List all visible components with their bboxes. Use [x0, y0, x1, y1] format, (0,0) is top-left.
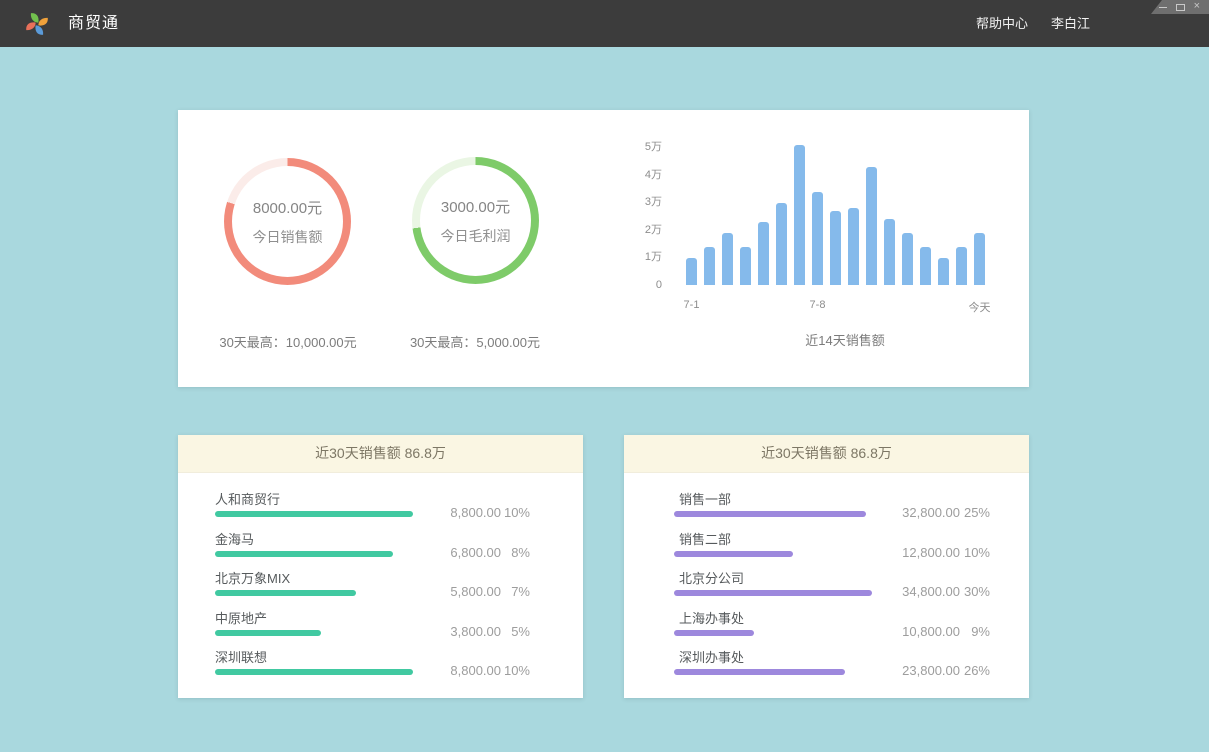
- sales-bar: [740, 247, 751, 286]
- sales-bar: [938, 258, 949, 286]
- maximize-icon[interactable]: [1176, 4, 1185, 11]
- bar-chart-bars: [686, 110, 985, 285]
- rank-percent: 5%: [490, 624, 530, 639]
- departments-sales-card: 近30天销售额 86.8万 销售一部32,800.0025%销售二部12,800…: [624, 435, 1029, 698]
- today-profit-value: 3000.00元: [441, 196, 510, 217]
- sales-bar: [758, 222, 769, 285]
- rank-row: 深圳办事处23,800.0026%: [674, 648, 1029, 688]
- x-axis-tick: 7-8: [810, 299, 826, 311]
- profit-30d-max: 30天最高：5,000.00元: [375, 332, 575, 351]
- bar-chart-yaxis: 5万 4万 3万 2万 1万 0: [592, 140, 662, 300]
- rank-bar: [674, 590, 872, 596]
- ring-center-text: 8000.00元 今日销售额: [224, 158, 351, 285]
- y-axis-tick: 2万: [645, 223, 662, 237]
- rank-row: 上海办事处10,800.009%: [674, 609, 1029, 649]
- close-icon[interactable]: ×: [1194, 1, 1200, 12]
- rank-bar: [215, 511, 413, 517]
- sales-bar: [902, 233, 913, 285]
- y-axis-tick: 1万: [645, 250, 662, 264]
- rank-percent: 25%: [950, 505, 990, 520]
- sales-bar: [974, 233, 985, 285]
- today-sales-value: 8000.00元: [253, 197, 322, 218]
- today-sales-ring: 8000.00元 今日销售额: [224, 158, 351, 285]
- customers-card-title: 近30天销售额 86.8万: [178, 435, 583, 473]
- rank-percent: 9%: [950, 624, 990, 639]
- titlebar: 商贸通 帮助中心 李白江 ×: [0, 0, 1209, 47]
- today-profit-ring: 3000.00元 今日毛利润: [412, 157, 539, 284]
- sales-bar: [776, 203, 787, 286]
- customers-sales-card: 近30天销售额 86.8万 人和商贸行8,800.0010%金海马6,800.0…: [178, 435, 583, 698]
- rank-percent: 10%: [490, 663, 530, 678]
- rank-percent: 30%: [950, 584, 990, 599]
- rank-row: 金海马6,800.008%: [215, 530, 583, 570]
- today-sales-label: 今日销售额: [253, 227, 323, 247]
- rank-row: 北京分公司34,800.0030%: [674, 569, 1029, 609]
- rank-percent: 10%: [490, 505, 530, 520]
- sales-bar: [956, 247, 967, 286]
- rank-bar: [674, 669, 845, 675]
- departments-rank-list: 销售一部32,800.0025%销售二部12,800.0010%北京分公司34,…: [624, 473, 1029, 698]
- y-axis-tick: 4万: [645, 168, 662, 182]
- rank-row: 人和商贸行8,800.0010%: [215, 490, 583, 530]
- sales-bar: [884, 219, 895, 285]
- minimize-icon[interactable]: [1159, 7, 1167, 8]
- today-profit-label: 今日毛利润: [441, 226, 511, 246]
- rank-row: 深圳联想8,800.0010%: [215, 648, 583, 688]
- today-summary-card: 8000.00元 今日销售额 30天最高：10,000.00元 3000.00元…: [178, 110, 1029, 387]
- sales-bar: [848, 208, 859, 285]
- sales-30d-max: 30天最高：10,000.00元: [188, 332, 388, 351]
- window-controls: ×: [1151, 0, 1209, 14]
- app-window: 商贸通 帮助中心 李白江 × 8000.00元 今日销售额 30天最高：10,0…: [0, 0, 1209, 752]
- user-name-link[interactable]: 李白江: [1051, 0, 1090, 47]
- customers-rank-list: 人和商贸行8,800.0010%金海马6,800.008%北京万象MIX5,80…: [178, 473, 583, 698]
- sales-bar: [704, 247, 715, 286]
- rank-percent: 7%: [490, 584, 530, 599]
- rank-bar: [215, 551, 393, 557]
- x-axis-tick: 7-1: [684, 299, 700, 311]
- rank-row: 销售一部32,800.0025%: [674, 490, 1029, 530]
- sales-bar: [920, 247, 931, 286]
- rank-row: 中原地产3,800.005%: [215, 609, 583, 649]
- bar-chart-xaxis: 7-17-8今天: [686, 299, 986, 315]
- sales-bar: [794, 145, 805, 285]
- sales-bar: [722, 233, 733, 285]
- sales-bar: [866, 167, 877, 285]
- app-title: 商贸通: [68, 0, 119, 47]
- sales-bar: [830, 211, 841, 285]
- rank-percent: 8%: [490, 545, 530, 560]
- pinwheel-logo-icon: [22, 9, 52, 39]
- rank-bar: [674, 551, 793, 557]
- rank-bar: [215, 590, 356, 596]
- departments-card-title: 近30天销售额 86.8万: [624, 435, 1029, 473]
- rank-bar: [215, 669, 413, 675]
- rank-bar: [674, 630, 754, 636]
- sales-bar: [686, 258, 697, 286]
- bar-chart-title: 近14天销售额: [686, 330, 1004, 349]
- ring-center-text: 3000.00元 今日毛利润: [412, 157, 539, 284]
- rank-row: 销售二部12,800.0010%: [674, 530, 1029, 570]
- y-axis-tick: 5万: [645, 140, 662, 154]
- rank-bar: [674, 511, 866, 517]
- rank-row: 北京万象MIX5,800.007%: [215, 569, 583, 609]
- y-axis-tick: 0: [656, 278, 662, 292]
- sales-bar: [812, 192, 823, 286]
- x-axis-tick: 今天: [969, 299, 991, 315]
- help-center-link[interactable]: 帮助中心: [976, 0, 1028, 47]
- rank-percent: 26%: [950, 663, 990, 678]
- rank-bar: [215, 630, 321, 636]
- y-axis-tick: 3万: [645, 195, 662, 209]
- rank-percent: 10%: [950, 545, 990, 560]
